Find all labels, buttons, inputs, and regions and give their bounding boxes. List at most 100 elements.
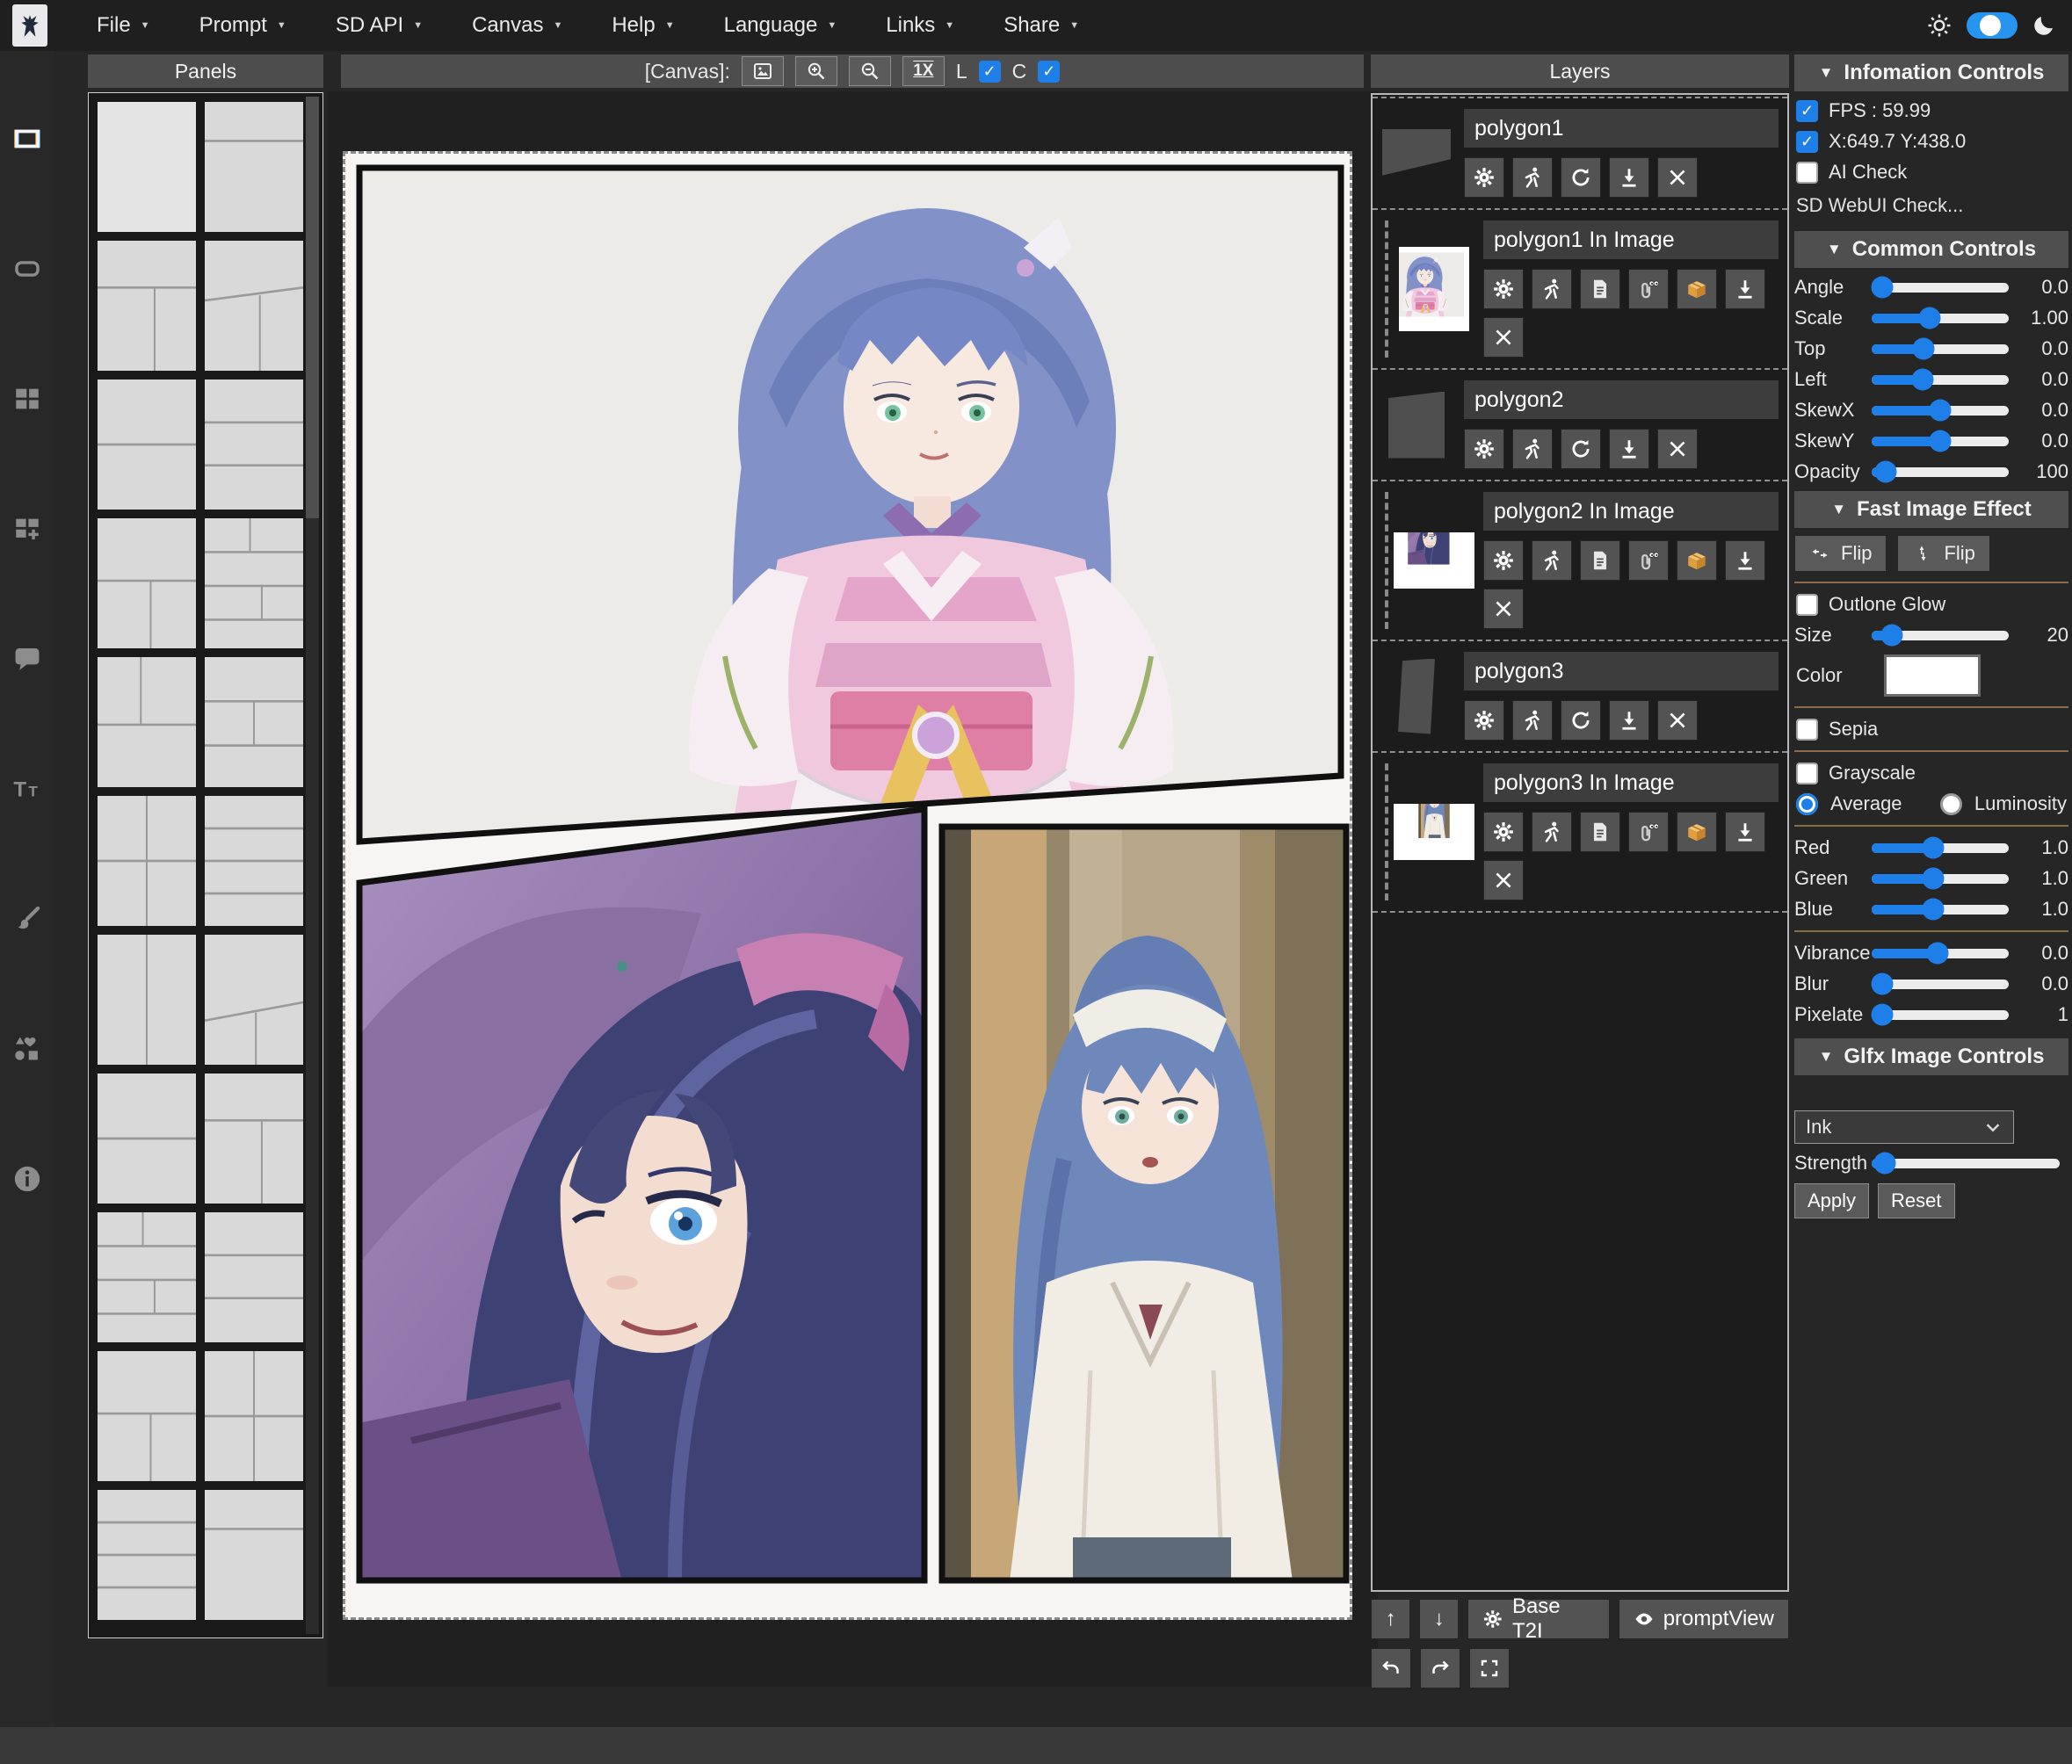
layer-paperclip-button[interactable] <box>1628 812 1669 852</box>
panel-template-grid4[interactable] <box>205 1351 303 1481</box>
layer-download-button[interactable] <box>1609 429 1649 469</box>
skewx-slider-thumb[interactable] <box>1930 400 1952 422</box>
top-slider[interactable] <box>1872 344 2009 354</box>
panel-layouts-icon[interactable] <box>11 383 43 415</box>
opacity-slider-thumb[interactable] <box>1874 461 1896 483</box>
layer-runner-button[interactable] <box>1532 540 1572 581</box>
glow-color-swatch[interactable] <box>1884 654 1981 697</box>
reset-button[interactable]: Reset <box>1878 1183 1954 1218</box>
scale-slider[interactable] <box>1872 314 2009 323</box>
undo-button[interactable] <box>1371 1648 1411 1688</box>
panel-template-h2[interactable] <box>98 380 196 510</box>
panel-template-h2t30[interactable] <box>205 102 303 232</box>
rect-tool-icon[interactable] <box>11 123 43 155</box>
panel-template-h2t35v[interactable] <box>98 241 196 371</box>
panel-template-h2vt[interactable] <box>98 657 196 787</box>
sepia-checkbox[interactable] <box>1796 719 1818 741</box>
layer-image-thumbnail[interactable] <box>1394 804 1474 860</box>
blue-slider[interactable] <box>1872 905 2009 915</box>
layer-close-button[interactable] <box>1483 317 1524 358</box>
layer-gear-button[interactable] <box>1483 540 1524 581</box>
menu-help[interactable]: Help▼ <box>587 13 699 38</box>
canvas-panel-polygon2[interactable] <box>356 806 928 1584</box>
menu-prompt[interactable]: Prompt▼ <box>175 13 311 38</box>
red-slider-thumb[interactable] <box>1923 837 1945 859</box>
panel-template-blank[interactable] <box>98 102 196 232</box>
angle-slider-thumb[interactable] <box>1872 277 1894 299</box>
pixelate-slider-thumb[interactable] <box>1872 1004 1894 1026</box>
zoom-in-button[interactable] <box>795 56 837 86</box>
panel-template-v2[interactable] <box>98 935 196 1065</box>
speech-bubble-icon[interactable] <box>11 643 43 675</box>
panel-template-grid4[interactable] <box>98 796 196 926</box>
layer-move-up-button[interactable]: ↑ <box>1371 1599 1410 1639</box>
layer-package-button[interactable] <box>1677 269 1717 309</box>
layer-paperclip-button[interactable] <box>1628 540 1669 581</box>
opacity-slider[interactable] <box>1872 467 2009 477</box>
layer-download-button[interactable] <box>1609 157 1649 198</box>
luminosity-radio[interactable] <box>1940 793 1962 815</box>
layer-recycle-button[interactable] <box>1561 700 1601 741</box>
panel-template-h2vb[interactable] <box>98 518 196 648</box>
canvas-page[interactable] <box>343 151 1352 1620</box>
grayscale-checkbox[interactable] <box>1796 763 1818 784</box>
panel-template-brick[interactable] <box>98 1212 196 1342</box>
glow-size-slider[interactable] <box>1872 631 2009 640</box>
zoom-out-button[interactable] <box>849 56 891 86</box>
green-slider-thumb[interactable] <box>1923 868 1945 890</box>
canvas-image-button[interactable] <box>742 56 784 86</box>
panel-template-h4[interactable] <box>205 796 303 926</box>
canvas-visibility-checkbox[interactable]: ✓ <box>1038 61 1060 83</box>
flip-vertical-button[interactable]: Flip <box>1897 535 1989 572</box>
blur-slider[interactable] <box>1872 980 2009 989</box>
layer-close-button[interactable] <box>1483 860 1524 900</box>
skewy-slider-thumb[interactable] <box>1930 430 1952 452</box>
brush-icon[interactable] <box>11 903 43 935</box>
layer-gear-button[interactable] <box>1483 812 1524 852</box>
layer-name-input[interactable]: polygon3 In Image <box>1483 763 1779 802</box>
mouse-coords-checkbox[interactable]: ✓ <box>1796 131 1818 153</box>
panel-template-diagb[interactable] <box>205 935 303 1065</box>
layer-runner-button[interactable] <box>1512 429 1553 469</box>
layer-download-button[interactable] <box>1725 812 1765 852</box>
shapes-icon[interactable] <box>11 1033 43 1065</box>
skewy-slider[interactable] <box>1872 437 2009 446</box>
layer-name-input[interactable]: polygon3 <box>1464 652 1779 690</box>
layer-document-button[interactable] <box>1580 269 1620 309</box>
layer-gear-button[interactable] <box>1464 157 1504 198</box>
panel-template-h2t30[interactable] <box>205 1490 303 1620</box>
vibrance-slider-thumb[interactable] <box>1926 943 1948 965</box>
layers-visibility-checkbox[interactable]: ✓ <box>979 61 1001 83</box>
pixelate-slider[interactable] <box>1872 1010 2009 1020</box>
top-slider-thumb[interactable] <box>1913 338 1935 360</box>
layer-gear-button[interactable] <box>1464 700 1504 741</box>
zoom-1x-button[interactable]: 1X <box>902 56 945 86</box>
layer-recycle-button[interactable] <box>1561 157 1601 198</box>
flip-horizontal-button[interactable]: Flip <box>1794 535 1887 572</box>
glfx-filter-select[interactable]: Ink <box>1794 1110 2014 1144</box>
layer-name-input[interactable]: polygon2 In Image <box>1483 492 1779 531</box>
base-t2i-button[interactable]: Base T2I <box>1467 1599 1609 1639</box>
layer-document-button[interactable] <box>1580 540 1620 581</box>
canvas-panel-polygon3[interactable] <box>938 823 1350 1584</box>
layer-image-thumbnail[interactable] <box>1394 532 1474 589</box>
layer-move-down-button[interactable]: ↓ <box>1419 1599 1459 1639</box>
app-logo[interactable] <box>12 4 47 47</box>
vibrance-slider[interactable] <box>1872 949 2009 958</box>
panel-template-brick[interactable] <box>205 518 303 648</box>
outline-glow-checkbox[interactable] <box>1796 594 1818 616</box>
skewx-slider[interactable] <box>1872 406 2009 416</box>
layer-gear-button[interactable] <box>1483 269 1524 309</box>
info-icon[interactable] <box>11 1163 43 1195</box>
layer-name-input[interactable]: polygon2 <box>1464 380 1779 419</box>
panel-template-hdiagv[interactable] <box>205 241 303 371</box>
text-tool-icon[interactable] <box>11 773 43 805</box>
layer-download-button[interactable] <box>1725 540 1765 581</box>
angle-slider[interactable] <box>1872 283 2009 293</box>
menu-language[interactable]: Language▼ <box>699 13 862 38</box>
menu-share[interactable]: Share▼ <box>979 13 1104 38</box>
panel-template-h2vb[interactable] <box>98 1351 196 1481</box>
ai-check-checkbox[interactable] <box>1796 162 1818 184</box>
layer-close-button[interactable] <box>1657 700 1698 741</box>
add-panel-icon[interactable] <box>11 513 43 545</box>
